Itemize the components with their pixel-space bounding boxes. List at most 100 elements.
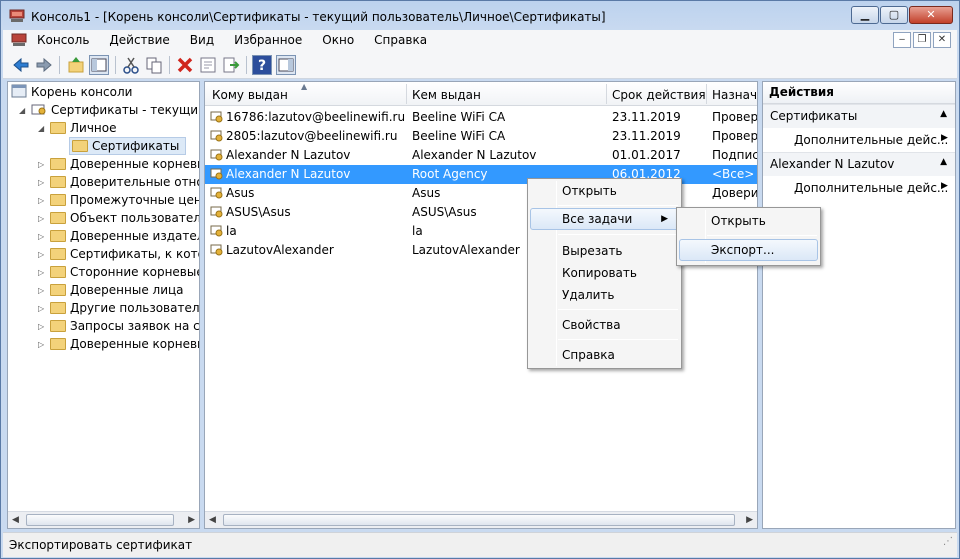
column-header-issued-to[interactable]: Кому выдан [212, 88, 288, 102]
column-header-expiration[interactable]: Срок действия [612, 88, 706, 102]
context-properties[interactable]: Свойства [530, 314, 679, 336]
minimize-button[interactable]: ▁ [851, 6, 879, 24]
cell-expiration: 01.01.2017 [612, 148, 681, 162]
tree-node-label: Сертификаты - текущий п [51, 103, 199, 117]
menu-view[interactable]: Вид [190, 33, 214, 47]
scroll-left-icon[interactable]: ◀ [209, 515, 216, 525]
tree-node[interactable]: Доверенные корневые [50, 335, 200, 353]
expand-icon[interactable]: ▷ [38, 214, 47, 223]
menu-help[interactable]: Справка [374, 33, 427, 47]
back-arrow-icon[interactable] [11, 55, 31, 75]
tree-node-root[interactable]: Корень консоли [11, 83, 132, 101]
expand-icon[interactable]: ▷ [38, 196, 47, 205]
more-actions-label: Дополнительные дейс... [794, 133, 949, 147]
table-row[interactable]: 16786:lazutov@beelinewifi.ru Beeline WiF… [205, 108, 757, 127]
window-title: Консоль1 - [Корень консоли\Сертификаты -… [31, 10, 606, 24]
menu-favorites[interactable]: Избранное [234, 33, 302, 47]
expand-icon[interactable]: ▷ [38, 178, 47, 187]
collapse-icon[interactable]: ◢ [38, 124, 47, 133]
more-actions-link[interactable]: Дополнительные дейс... ▶ [794, 133, 948, 147]
expand-icon[interactable]: ▷ [38, 160, 47, 169]
table-row[interactable]: Alexander N Lazutov Alexander N Lazutov … [205, 146, 757, 165]
actions-section-certificates[interactable]: Сертификаты ▲ [763, 104, 955, 128]
tree-node[interactable]: Доверительные отнош [50, 173, 199, 191]
expand-icon[interactable]: ▷ [38, 250, 47, 259]
scroll-right-icon[interactable]: ▶ [188, 515, 195, 525]
tree-horizontal-scrollbar[interactable]: ◀ ▶ [8, 511, 199, 528]
submenu-open[interactable]: Открыть [679, 210, 818, 232]
expand-icon[interactable]: ▷ [38, 268, 47, 277]
mdi-close-button[interactable]: ✕ [933, 32, 951, 48]
folder-icon [50, 284, 66, 296]
menu-console[interactable]: Консоль [37, 33, 89, 47]
tree-node-personal[interactable]: Личное [50, 119, 116, 137]
context-open[interactable]: Открыть [530, 180, 679, 202]
console-tree[interactable]: Корень консоли ◢ Сертификаты - текущий п… [7, 81, 200, 529]
column-header-purpose[interactable]: Назначе [712, 88, 757, 102]
cell-expiration: 23.11.2019 [612, 129, 681, 143]
collapse-up-icon[interactable]: ▲ [940, 157, 947, 167]
tree-node-certificates-user[interactable]: Сертификаты - текущий п [31, 101, 199, 119]
context-menu: Открыть Все задачи ▶ Вырезать Копировать… [527, 178, 682, 369]
menu-action[interactable]: Действие [109, 33, 169, 47]
resize-grip-icon[interactable]: ⋰ [943, 536, 953, 547]
close-button[interactable]: ✕ [909, 6, 953, 24]
tree-node-certificates[interactable]: Сертификаты [69, 137, 187, 155]
scroll-thumb[interactable] [223, 514, 735, 526]
actions-header: Действия [763, 82, 955, 104]
folder-icon [50, 158, 66, 170]
table-row[interactable]: 2805:lazutov@beelinewifi.ru Beeline WiFi… [205, 127, 757, 146]
forward-arrow-icon[interactable] [34, 55, 54, 75]
copy-icon[interactable] [144, 55, 164, 75]
expand-icon[interactable]: ▷ [38, 304, 47, 313]
cell-issued-by: Beeline WiFi CA [412, 129, 506, 143]
expand-icon[interactable]: ▷ [38, 232, 47, 241]
context-delete[interactable]: Удалить [530, 284, 679, 306]
tree-node[interactable]: Доверенные издатели [50, 227, 199, 245]
column-header-issued-by[interactable]: Кем выдан [412, 88, 481, 102]
export-list-icon[interactable] [221, 55, 241, 75]
context-cut[interactable]: Вырезать [530, 240, 679, 262]
scroll-thumb[interactable] [26, 514, 174, 526]
tree-node[interactable]: Запросы заявок на сер [50, 317, 199, 335]
tree-node[interactable]: Объект пользователя А [50, 209, 199, 227]
menu-window[interactable]: Окно [322, 33, 354, 47]
tree-node[interactable]: Доверенные лица [50, 281, 184, 299]
mdi-minimize-button[interactable]: ‒ [893, 32, 911, 48]
show-hide-tree-button[interactable] [89, 55, 109, 75]
collapse-icon[interactable]: ◢ [19, 106, 28, 115]
certificate-icon [210, 187, 223, 199]
context-copy[interactable]: Копировать [530, 262, 679, 284]
scroll-left-icon[interactable]: ◀ [12, 515, 19, 525]
expand-icon[interactable]: ▷ [38, 322, 47, 331]
tree-node[interactable]: Промежуточные центр [50, 191, 199, 209]
action-pane-toggle-button[interactable] [276, 55, 296, 75]
submenu-export[interactable]: Экспорт... [679, 239, 818, 261]
delete-icon[interactable] [175, 55, 195, 75]
expand-icon[interactable]: ▷ [38, 286, 47, 295]
tree-node[interactable]: Сторонние корневые ц [50, 263, 199, 281]
tree-node-label: Доверенные корневые [70, 337, 200, 351]
context-help[interactable]: Справка [530, 344, 679, 366]
submenu-arrow-icon: ▶ [941, 181, 948, 191]
context-all-tasks[interactable]: Все задачи ▶ [530, 208, 679, 230]
title-bar[interactable]: Консоль1 - [Корень консоли\Сертификаты -… [1, 1, 959, 31]
close-icon: ✕ [926, 8, 936, 21]
up-folder-icon[interactable] [66, 55, 86, 75]
help-button[interactable]: ? [252, 55, 272, 75]
tree-node[interactable]: Другие пользователи [50, 299, 199, 317]
tree-node[interactable]: Сертификаты, к которь [50, 245, 199, 263]
cut-icon[interactable] [121, 55, 141, 75]
tree-node[interactable]: Доверенные корневые [50, 155, 199, 173]
console-menu-icon[interactable] [11, 33, 27, 47]
more-actions-link[interactable]: Дополнительные дейс... ▶ [794, 181, 948, 195]
mdi-restore-button[interactable]: ❐ [913, 32, 931, 48]
list-horizontal-scrollbar[interactable]: ◀ ▶ [205, 511, 757, 528]
expand-icon[interactable]: ▷ [38, 340, 47, 349]
maximize-button[interactable]: ▢ [880, 6, 908, 24]
properties-icon[interactable] [198, 55, 218, 75]
collapse-up-icon[interactable]: ▲ [940, 109, 947, 119]
actions-section-selected-cert[interactable]: Alexander N Lazutov ▲ [763, 152, 955, 176]
scroll-right-icon[interactable]: ▶ [746, 515, 753, 525]
tree-node-label: Промежуточные центр [70, 193, 199, 207]
